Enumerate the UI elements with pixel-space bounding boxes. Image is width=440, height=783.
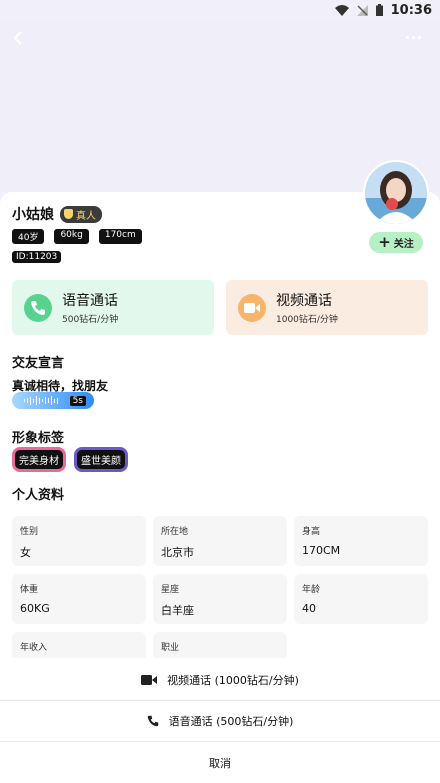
clock: 10:36 [390,2,432,18]
video-call-title: 视频通话 [276,293,332,309]
age-chip: 40岁 [12,229,45,244]
detail-cell: 所在地 北京市 [153,516,287,566]
no-signal-icon [356,4,368,16]
height-chip: 170cm [98,229,142,244]
divider [0,741,440,742]
video-call-card[interactable]: 视频通话 1000钻石/分钟 [226,280,428,335]
user-id: ID:11203 [12,251,62,263]
profile-sheet: 小姑娘 真人 40岁 60kg 170cm ID:11203 + 关注 语音通话… [0,192,440,658]
video-camera-icon [238,293,266,322]
detail-cell: 年龄 40 [294,574,428,624]
avatar[interactable] [363,160,429,226]
detail-cell: 星座 白羊座 [153,574,287,624]
battery-icon [375,4,383,16]
voice-call-title: 语音通话 [62,293,118,309]
wifi-icon [334,4,349,16]
voice-call-price: 500钻石/分钟 [62,315,119,325]
video-camera-icon [141,675,158,685]
back-button[interactable] [8,28,28,48]
phone-icon [147,715,158,727]
cancel-button[interactable]: 取消 [0,753,440,773]
plus-icon: + [378,233,391,251]
shield-icon [64,209,73,219]
divider [0,700,440,701]
profile-header-background [0,20,440,192]
tag-chip: 完美身材 [12,447,66,472]
call-action-sheet: 视频通话 (1000钻石/分钟) 语音通话 (500钻石/分钟) 取消 [0,658,440,783]
voice-intro-player[interactable]: 5s [12,392,94,409]
profile-name: 小姑娘 [12,207,54,223]
tag-chip: 盛世美颜 [74,447,128,472]
video-call-option[interactable]: 视频通话 (1000钻石/分钟) [0,670,440,690]
status-bar: 10:36 [0,0,440,20]
profile-section-title: 个人资料 [12,488,65,503]
follow-button[interactable]: + 关注 [369,232,423,253]
detail-cell: 年收入 [12,632,146,658]
voice-call-card[interactable]: 语音通话 500钻石/分钟 [12,280,214,335]
video-call-price: 1000钻石/分钟 [276,315,338,325]
detail-cell: 体重 60KG [12,574,146,624]
verified-badge: 真人 [60,205,102,223]
waveform-icon [24,396,58,405]
motto-section-title: 交友宣言 [12,356,65,371]
weight-chip: 60kg [54,229,89,244]
detail-cell: 职业 [153,632,287,658]
tags-section-title: 形象标签 [12,431,65,446]
profile-details-grid: 性别女 所在地 北京市 身高 170CM 体重 60KG 星座 白羊座 年龄 40 年收入… [12,516,428,658]
more-button[interactable] [406,32,428,42]
voice-call-option[interactable]: 语音通话 (500钻石/分钟) [0,711,440,731]
detail-cell: 性别女 [12,516,146,566]
detail-cell: 身高 170CM [294,516,428,566]
chevron-left-icon [13,31,22,45]
voice-duration: 5s [69,395,86,406]
phone-icon [24,293,52,322]
